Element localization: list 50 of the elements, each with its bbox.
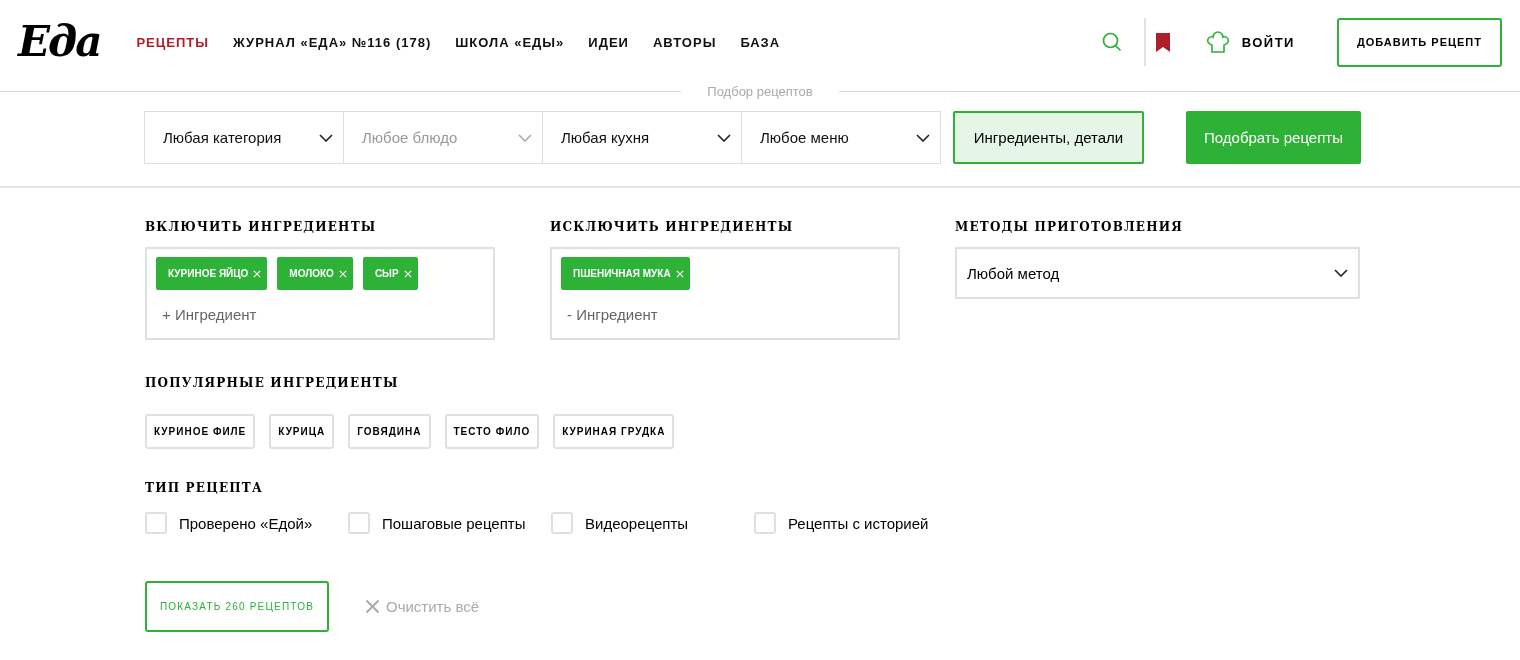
ingredient-chip[interactable]: КУРИЦА (269, 414, 335, 449)
ingredient-chip[interactable]: ГОВЯДИНА (348, 414, 431, 449)
bookmark-icon[interactable] (1155, 32, 1170, 52)
login-button[interactable]: ВОЙТИ (1199, 30, 1301, 54)
section-title: Подбор рецептов (706, 83, 814, 99)
close-icon (253, 269, 262, 278)
nav-link[interactable]: БАЗА (740, 34, 781, 50)
checkbox[interactable] (754, 512, 776, 534)
checkbox[interactable] (145, 512, 167, 534)
checkbox-option[interactable]: Проверено «Едой» (145, 512, 348, 534)
chevron-icon (916, 133, 930, 142)
close-icon (338, 269, 347, 278)
checkbox-option[interactable]: Рецепты с историей (754, 512, 957, 534)
section-title: ПОПУЛЯРНЫЕ ИНГРЕДИЕНТЫ (145, 376, 400, 390)
checkbox-option[interactable]: Видеорецепты (551, 512, 754, 534)
filter-dropdown[interactable]: Любая кухня (542, 111, 742, 164)
chevron-icon (518, 133, 532, 142)
chef-hat-icon (1205, 31, 1230, 53)
filter-dropdown[interactable]: Любая категория (144, 111, 344, 164)
chevron-icon (1334, 269, 1348, 277)
checkbox-option[interactable]: Пошаговые рецепты (348, 512, 551, 534)
nav-link[interactable]: РЕЦЕПТЫ (136, 34, 209, 50)
nav-link[interactable]: ИДЕИ (588, 34, 629, 50)
add-recipe-button[interactable]: ДОБАВИТЬ РЕЦЕПТ (1336, 17, 1502, 67)
close-icon (365, 599, 380, 614)
checkbox[interactable] (551, 512, 573, 534)
chevron-icon (717, 133, 731, 142)
ingredient-chip[interactable]: ТЕСТО ФИЛО (444, 414, 540, 449)
search-icon[interactable] (1101, 32, 1122, 52)
method-dropdown[interactable]: Любой метод (955, 247, 1360, 299)
close-icon (675, 269, 684, 278)
checkbox[interactable] (348, 512, 370, 534)
chevron-icon (319, 133, 333, 142)
section-title: ВКЛЮЧИТЬ ИНГРЕДИЕНТЫ (145, 220, 378, 234)
nav-link[interactable]: ЖУРНАЛ «ЕДА» №116 (178) (232, 34, 432, 50)
checkbox-label: Проверено «Едой» (179, 514, 313, 532)
ingredient-chip[interactable]: КУРИНОЕ ФИЛЕ (145, 414, 256, 449)
nav-link[interactable]: ШКОЛА «ЕДЫ» (455, 34, 565, 50)
details-button[interactable]: Ингредиенты, детали (953, 111, 1144, 164)
section-title: ТИП РЕЦЕПТА (145, 481, 264, 495)
close-icon (403, 269, 412, 278)
section-title: МЕТОДЫ ПРИГОТОВЛЕНИЯ (955, 220, 1185, 234)
ingredient-chip[interactable]: КУРИНАЯ ГРУДКА (553, 414, 675, 449)
logo[interactable]: Еда (18, 21, 101, 63)
filter-dropdown[interactable]: Любое меню (741, 111, 941, 164)
section-title: ИСКЛЮЧИТЬ ИНГРЕДИЕНТЫ (550, 220, 795, 234)
checkbox-label: Пошаговые рецепты (382, 514, 526, 532)
nav-link[interactable]: АВТОРЫ (652, 34, 717, 50)
checkbox-label: Рецепты с историей (788, 514, 929, 532)
checkbox-label: Видеорецепты (585, 514, 689, 532)
